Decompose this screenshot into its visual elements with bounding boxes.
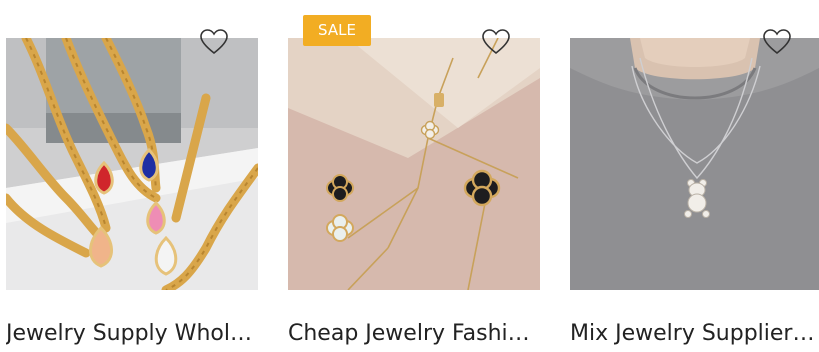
heart-outline-icon[interactable]: [762, 28, 792, 56]
product-image[interactable]: [6, 38, 258, 290]
sale-badge: SALE: [303, 15, 371, 46]
heart-outline-icon[interactable]: [199, 28, 229, 56]
product-card[interactable]: SALE Cheap Jewelry Fashi…: [288, 0, 540, 352]
product-image[interactable]: [570, 38, 819, 290]
product-grid: Jewelry Supply Whol… SALE Cheap Jewelry …: [0, 0, 819, 352]
product-card[interactable]: Jewelry Supply Whol…: [6, 0, 258, 352]
product-card[interactable]: Mix Jewelry Supplier…: [570, 0, 819, 352]
product-image[interactable]: [288, 38, 540, 290]
heart-outline-icon[interactable]: [481, 28, 511, 56]
product-title[interactable]: Jewelry Supply Whol…: [6, 316, 258, 352]
product-title[interactable]: Cheap Jewelry Fashi…: [288, 316, 540, 352]
product-title[interactable]: Mix Jewelry Supplier…: [570, 316, 819, 352]
